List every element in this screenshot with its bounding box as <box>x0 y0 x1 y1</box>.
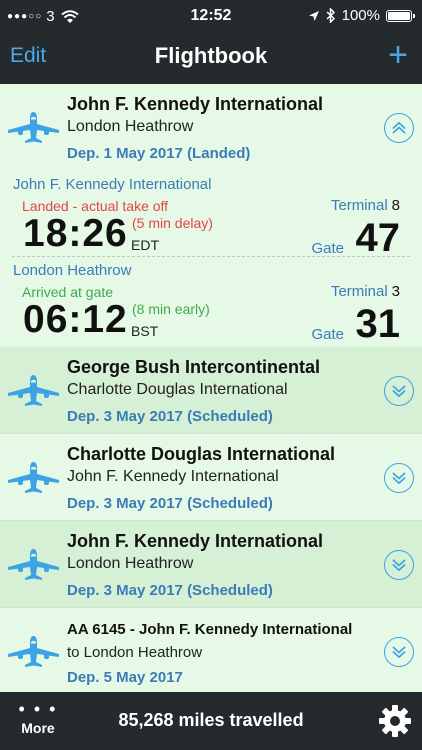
expand-button[interactable] <box>384 376 414 406</box>
flight-origin: George Bush Intercontinental <box>67 357 321 377</box>
arrival-early: (8 min early) <box>132 301 210 317</box>
departure-leg: John F. Kennedy International Landed - a… <box>0 176 422 262</box>
chevron-down-double-icon <box>392 385 406 397</box>
flight-row-expanded[interactable]: John F. Kennedy International London Hea… <box>0 84 422 171</box>
airplane-icon <box>8 375 59 406</box>
flight-list[interactable]: John F. Kennedy International London Hea… <box>0 84 422 692</box>
flight-destination: John F. Kennedy International <box>67 468 279 485</box>
navigation-bar: Edit Flightbook + <box>0 32 422 84</box>
departure-time: 18:26 <box>23 212 128 255</box>
departure-timezone: EDT <box>131 237 159 253</box>
arrival-terminal: Terminal 3 <box>330 283 400 300</box>
battery-icon <box>386 9 415 22</box>
flight-origin: John F. Kennedy International <box>67 94 324 114</box>
gear-icon[interactable] <box>378 704 412 738</box>
arrival-time: 06:12 <box>23 298 128 341</box>
flight-departure-date: Dep. 3 May 2017 (Scheduled) <box>67 582 273 599</box>
bluetooth-icon <box>326 8 335 23</box>
miles-travelled: 85,268 miles travelled <box>118 710 304 730</box>
chevron-down-double-icon <box>392 472 406 484</box>
departure-airport: John F. Kennedy International <box>13 176 212 193</box>
flight-departure-date: Dep. 3 May 2017 (Scheduled) <box>67 495 273 512</box>
bottom-toolbar: • • • More 85,268 miles travelled <box>0 692 422 750</box>
chevron-down-double-icon <box>392 559 406 571</box>
flight-row[interactable]: Charlotte Douglas International John F. … <box>0 434 422 521</box>
flight-destination: London Heathrow <box>67 555 194 572</box>
arrival-gate: 31 <box>355 302 401 346</box>
departure-gate-label: Gate <box>311 240 344 257</box>
chevron-down-double-icon <box>392 646 406 658</box>
collapse-button[interactable] <box>384 113 414 143</box>
flight-row[interactable]: AA 6145 - John F. Kennedy International … <box>0 608 422 692</box>
expand-button[interactable] <box>384 463 414 493</box>
flight-origin: John F. Kennedy International <box>67 531 324 551</box>
flight-details: John F. Kennedy International Landed - a… <box>0 171 422 346</box>
flight-destination: to London Heathrow <box>67 644 203 661</box>
expand-button[interactable] <box>384 550 414 580</box>
flight-destination: London Heathrow <box>67 118 194 135</box>
arrival-leg: London Heathrow Arrived at gate (8 min e… <box>0 262 422 348</box>
status-bar: ●●●○○ 3 12:52 100% <box>0 0 422 32</box>
flight-row[interactable]: George Bush Intercontinental Charlotte D… <box>0 347 422 434</box>
airplane-icon <box>8 112 59 143</box>
divider <box>12 256 410 257</box>
flight-departure-date: Dep. 3 May 2017 (Scheduled) <box>67 408 273 425</box>
chevron-up-double-icon <box>392 122 406 134</box>
departure-gate: 47 <box>355 216 401 260</box>
flight-departure-date: Dep. 1 May 2017 (Landed) <box>67 145 251 162</box>
flight-departure-date: Dep. 5 May 2017 <box>67 669 183 686</box>
arrival-airport: London Heathrow <box>13 262 132 279</box>
location-arrow-icon <box>308 10 319 21</box>
arrival-gate-label: Gate <box>311 326 344 343</box>
page-title: Flightbook <box>154 43 268 68</box>
departure-delay: (5 min delay) <box>132 215 213 231</box>
flight-origin: AA 6145 - John F. Kennedy International <box>67 621 353 638</box>
airplane-icon <box>8 549 59 580</box>
battery-percent: 100% <box>341 7 380 24</box>
departure-terminal: Terminal 8 <box>330 197 400 214</box>
add-flight-button[interactable]: + <box>388 38 408 72</box>
flight-origin: Charlotte Douglas International <box>67 444 336 464</box>
expand-button[interactable] <box>384 637 414 667</box>
arrival-timezone: BST <box>131 323 159 339</box>
flight-row[interactable]: John F. Kennedy International London Hea… <box>0 521 422 608</box>
flight-destination: Charlotte Douglas International <box>67 381 288 398</box>
airplane-icon <box>8 636 59 667</box>
airplane-icon <box>8 462 59 493</box>
